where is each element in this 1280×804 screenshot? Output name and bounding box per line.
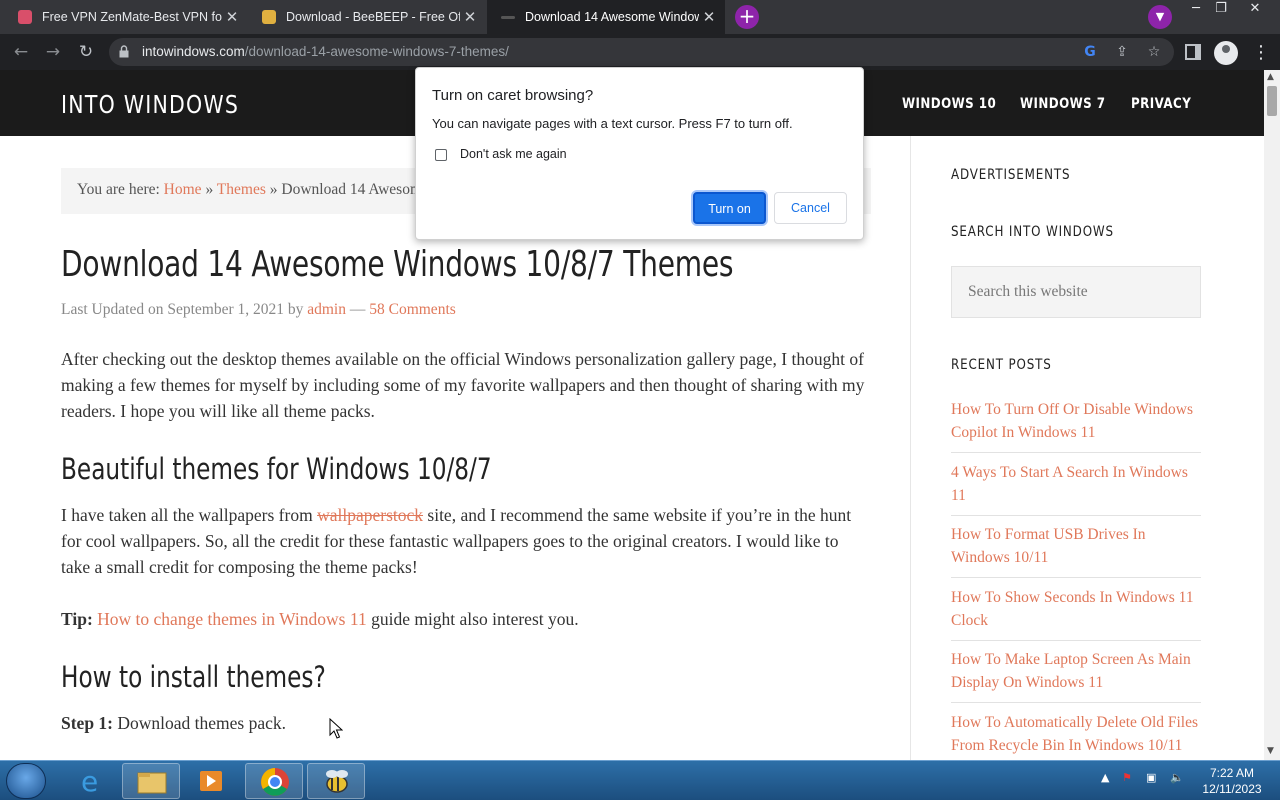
beebeep-favicon-icon [262, 10, 276, 24]
action-center-icon[interactable]: ⚑ [1122, 771, 1132, 784]
menu-kebab-icon[interactable]: ⋮ [1252, 41, 1270, 65]
recent-posts-title: RECENT POSTS [951, 357, 1052, 373]
page-title: Download 14 Awesome Windows 10/8/7 Theme… [61, 244, 734, 285]
nav-windows-10[interactable]: WINDOWS 10 [902, 96, 996, 112]
media-player-icon[interactable] [182, 763, 240, 799]
caret-browsing-dialog: Turn on caret browsing? You can navigate… [415, 67, 864, 240]
recent-post-link[interactable]: 4 Ways To Start A Search In Windows 11 [951, 461, 1201, 516]
heading-beautiful-themes: Beautiful themes for Windows 10/8/7 [61, 452, 492, 486]
site-logo[interactable]: INTO WINDOWS [61, 90, 239, 119]
address-bar[interactable]: intowindows.com/download-14-awesome-wind… [109, 38, 1174, 66]
side-panel-icon[interactable] [1185, 44, 1201, 60]
dialog-message: You can navigate pages with a text curso… [432, 116, 793, 131]
author-link[interactable]: admin [307, 301, 346, 318]
file-explorer-icon[interactable] [122, 763, 180, 799]
comments-link[interactable]: 58 Comments [369, 301, 456, 318]
beebeep-icon[interactable] [307, 763, 365, 799]
internet-explorer-icon[interactable]: e [62, 763, 120, 799]
dont-ask-label[interactable]: Don't ask me again [460, 147, 567, 161]
scroll-up-icon[interactable]: ▲ [1267, 72, 1274, 82]
breadcrumb-home-link[interactable]: Home [164, 181, 202, 198]
close-tab-icon[interactable]: ✕ [699, 8, 719, 26]
page-scrollbar[interactable]: ▲ ▼ [1264, 70, 1280, 760]
step-paragraph: Step 1: Download themes pack. [61, 713, 287, 733]
network-icon[interactable]: ▣ [1146, 771, 1156, 784]
zenmate-favicon-icon [18, 10, 32, 24]
close-tab-icon[interactable]: ✕ [222, 8, 242, 26]
dialog-title: Turn on caret browsing? [432, 87, 594, 104]
new-tab-button[interactable]: + [735, 5, 759, 29]
lock-icon [119, 45, 129, 58]
scroll-down-icon[interactable]: ▼ [1267, 746, 1274, 756]
dont-ask-checkbox[interactable] [435, 149, 447, 161]
svg-text:e: e [81, 765, 98, 798]
chrome-icon[interactable] [245, 763, 303, 799]
back-icon[interactable]: ← [9, 40, 33, 64]
volume-muted-icon[interactable]: 🔈 [1170, 771, 1184, 784]
intowindows-favicon-icon [501, 15, 515, 19]
system-clock[interactable]: 7:22 AM 12/11/2023 [1192, 765, 1272, 797]
close-window-icon[interactable]: ✕ [1240, 0, 1270, 18]
tab-title: Free VPN ZenMate-Best VPN for [42, 10, 222, 24]
profile-avatar-icon[interactable] [1214, 41, 1238, 65]
recent-post-link[interactable]: How To Format USB Drives In Windows 10/1… [951, 523, 1201, 578]
mouse-cursor-icon [329, 718, 343, 739]
bookmark-star-icon[interactable]: ☆ [1145, 43, 1163, 61]
tab-beebeep[interactable]: Download - BeeBEEP - Free Offic ✕ [248, 0, 486, 34]
search-title: SEARCH INTO WINDOWS [951, 224, 1114, 240]
tab-search-icon[interactable]: ▼ [1148, 5, 1172, 29]
tab-title: Download - BeeBEEP - Free Offic [286, 10, 460, 24]
show-hidden-icons-icon[interactable]: ▲ [1101, 771, 1109, 784]
close-tab-icon[interactable]: ✕ [460, 8, 480, 26]
breadcrumb-themes-link[interactable]: Themes [217, 181, 266, 198]
sidebar-divider [910, 136, 911, 760]
tab-title: Download 14 Awesome Window [525, 10, 699, 24]
tab-zenmate[interactable]: Free VPN ZenMate-Best VPN for ✕ [0, 0, 248, 34]
post-meta: Last Updated on September 1, 2021 by adm… [61, 301, 456, 318]
tab-strip: Free VPN ZenMate-Best VPN for ✕ Download… [0, 0, 1280, 34]
nav-windows-7[interactable]: WINDOWS 7 [1020, 96, 1105, 112]
intro-paragraph: After checking out the desktop themes av… [61, 349, 865, 421]
reload-icon[interactable]: ↻ [74, 40, 98, 64]
wallpaperstock-link[interactable]: wallpaperstock [317, 505, 423, 525]
recent-post-link[interactable]: How To Make Laptop Screen As Main Displa… [951, 648, 1201, 703]
change-themes-link[interactable]: How to change themes in Windows 11 [97, 609, 367, 629]
search-input[interactable]: Search this website [951, 266, 1201, 318]
recent-post-link[interactable]: How To Turn Off Or Disable Windows Copil… [951, 398, 1201, 453]
turn-on-button[interactable]: Turn on [693, 192, 766, 224]
cancel-button[interactable]: Cancel [774, 192, 847, 224]
wallpaper-paragraph: I have taken all the wallpapers from wal… [61, 505, 852, 577]
recent-post-link[interactable]: How To Automatically Delete Old Files Fr… [951, 711, 1201, 760]
url-text: intowindows.com/download-14-awesome-wind… [142, 44, 509, 59]
google-translate-icon[interactable]: G [1081, 43, 1099, 61]
scroll-thumb[interactable] [1267, 86, 1277, 116]
tip-paragraph: Tip: How to change themes in Windows 11 … [61, 609, 579, 629]
forward-icon[interactable]: → [41, 40, 65, 64]
share-icon[interactable]: ⇪ [1113, 43, 1131, 61]
restore-icon[interactable]: ❐ [1206, 0, 1236, 18]
recent-post-link[interactable]: How To Show Seconds In Windows 11 Clock [951, 586, 1201, 641]
nav-privacy[interactable]: PRIVACY [1131, 96, 1191, 112]
tab-intowindows[interactable]: Download 14 Awesome Window ✕ [487, 0, 725, 34]
heading-install-themes: How to install themes? [61, 660, 326, 694]
windows-taskbar: e ▲ ⚑ ▣ 🔈 7:22 AM 12/11/2023 [0, 760, 1280, 800]
ads-title: ADVERTISEMENTS [951, 167, 1071, 183]
start-button[interactable] [6, 763, 46, 799]
